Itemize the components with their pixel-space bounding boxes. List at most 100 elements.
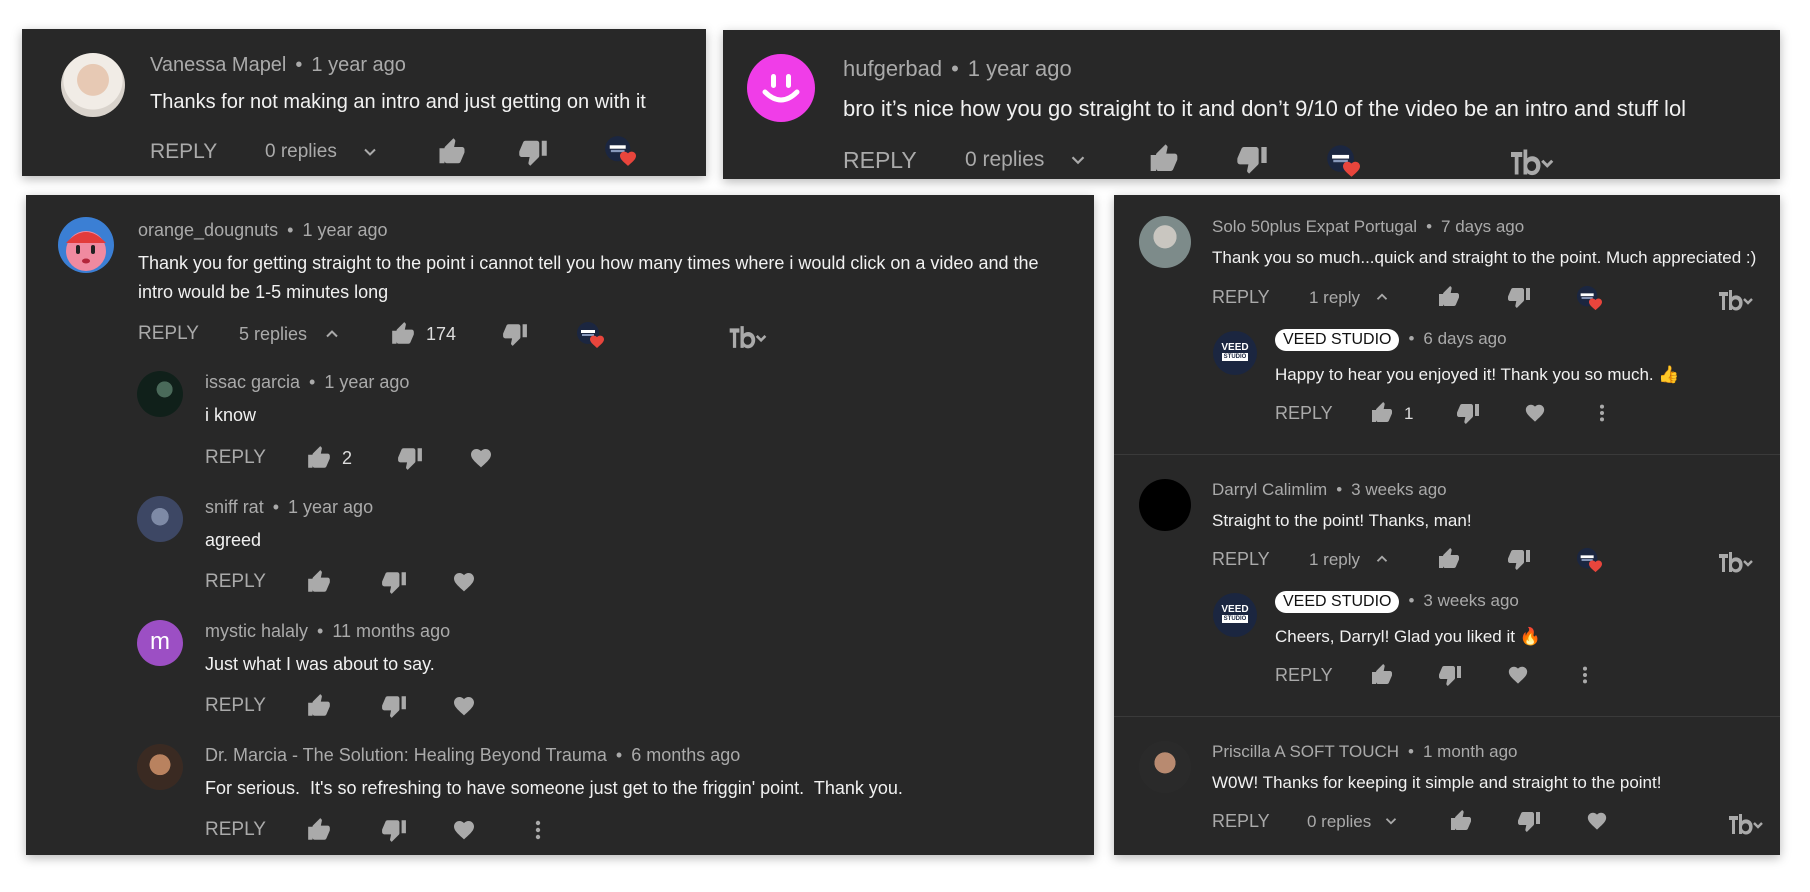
author-name[interactable]: orange_dougnuts [138, 220, 278, 240]
dislike-icon[interactable] [381, 817, 407, 843]
reply-button[interactable]: REPLY [205, 447, 266, 469]
chevron-down-icon[interactable] [1067, 149, 1089, 171]
avatar[interactable] [137, 371, 183, 417]
author-name[interactable]: Dr. Marcia - The Solution: Healing Beyon… [205, 745, 607, 765]
like-icon[interactable] [1449, 809, 1473, 833]
author-name[interactable]: sniff rat [205, 497, 264, 517]
avatar[interactable] [1139, 479, 1191, 531]
timestamp[interactable]: 1 year ago [311, 54, 406, 76]
chevron-up-icon[interactable] [1373, 550, 1391, 568]
creator-heart-icon[interactable] [1576, 285, 1602, 311]
heart-icon[interactable] [452, 818, 476, 842]
heart-icon[interactable] [452, 570, 476, 594]
replies-toggle[interactable]: 1 reply [1309, 550, 1360, 570]
chevron-up-icon[interactable] [322, 324, 342, 344]
avatar[interactable] [58, 217, 114, 273]
reply-button[interactable]: REPLY [1212, 549, 1270, 570]
heart-icon[interactable] [452, 694, 476, 718]
heart-icon[interactable] [1524, 402, 1546, 424]
timestamp[interactable]: 11 months ago [332, 621, 450, 641]
reply-button[interactable]: REPLY [1212, 287, 1270, 308]
dislike-icon[interactable] [381, 569, 407, 595]
avatar[interactable] [61, 53, 125, 117]
like-icon[interactable] [437, 137, 467, 167]
reply-button[interactable]: REPLY [150, 140, 217, 164]
replies-toggle[interactable]: 5 replies [239, 324, 307, 345]
reply-button[interactable]: REPLY [205, 695, 266, 717]
like-icon[interactable] [1437, 547, 1461, 571]
heart-icon[interactable] [469, 446, 493, 470]
reply-button[interactable]: REPLY [205, 571, 266, 593]
author-name[interactable]: hufgerbad [843, 56, 942, 81]
dislike-icon[interactable] [1456, 401, 1480, 425]
chevron-down-icon[interactable] [1382, 812, 1400, 830]
like-icon[interactable] [306, 569, 332, 595]
timestamp[interactable]: 1 year ago [968, 56, 1072, 81]
author-name[interactable]: mystic halaly [205, 621, 308, 641]
reply-button[interactable]: REPLY [1275, 403, 1333, 424]
author-name[interactable]: Vanessa Mapel [150, 54, 286, 76]
heart-icon[interactable] [1507, 664, 1529, 686]
timestamp[interactable]: 3 weeks ago [1351, 480, 1446, 499]
like-icon[interactable] [1370, 663, 1394, 687]
avatar[interactable] [1139, 741, 1191, 793]
veed-studio-avatar[interactable]: VEED STUDIO [1213, 331, 1257, 375]
author-name[interactable]: issac garcia [205, 372, 300, 392]
tubebuddy-icon[interactable] [1722, 812, 1768, 836]
dislike-icon[interactable] [1507, 547, 1531, 571]
author-name[interactable]: Priscilla A SOFT TOUCH [1212, 742, 1399, 761]
avatar[interactable] [747, 54, 815, 122]
timestamp[interactable]: 1 year ago [324, 372, 409, 392]
veed-studio-avatar[interactable]: VEED STUDIO [1213, 593, 1257, 637]
timestamp[interactable]: 1 year ago [288, 497, 373, 517]
avatar[interactable] [137, 744, 183, 790]
dislike-icon[interactable] [502, 321, 528, 347]
timestamp[interactable]: 1 year ago [302, 220, 387, 240]
author-name[interactable]: Solo 50plus Expat Portugal [1212, 217, 1417, 236]
reply-button[interactable]: REPLY [1212, 811, 1270, 832]
chevron-down-icon[interactable] [360, 142, 380, 162]
reply-button[interactable]: REPLY [1275, 665, 1333, 686]
timestamp[interactable]: 6 days ago [1423, 329, 1506, 348]
replies-count[interactable]: 0 replies [265, 141, 337, 163]
creator-heart-icon[interactable] [604, 135, 636, 167]
tubebuddy-icon[interactable] [723, 324, 771, 350]
dislike-icon[interactable] [1438, 663, 1462, 687]
like-icon[interactable] [306, 693, 332, 719]
dislike-icon[interactable] [1507, 285, 1531, 309]
tubebuddy-icon[interactable] [1712, 288, 1758, 312]
chevron-up-icon[interactable] [1373, 288, 1391, 306]
creator-heart-icon[interactable] [1576, 547, 1602, 573]
timestamp[interactable]: 3 weeks ago [1423, 591, 1518, 610]
reply-button[interactable]: REPLY [205, 819, 266, 841]
dislike-icon[interactable] [381, 693, 407, 719]
reply-button[interactable]: REPLY [843, 147, 917, 174]
like-icon[interactable] [390, 321, 416, 347]
like-icon[interactable] [306, 817, 332, 843]
replies-count[interactable]: 0 replies [965, 148, 1044, 172]
timestamp[interactable]: 1 month ago [1423, 742, 1518, 761]
replies-count[interactable]: 0 replies [1307, 812, 1371, 832]
like-icon[interactable] [1370, 401, 1394, 425]
tubebuddy-icon[interactable] [1505, 147, 1557, 177]
more-options-icon[interactable] [1574, 664, 1596, 686]
avatar[interactable]: m [137, 620, 183, 666]
tubebuddy-icon[interactable] [1712, 550, 1758, 574]
dislike-icon[interactable] [1517, 809, 1541, 833]
verified-author-badge[interactable]: VEED STUDIO [1275, 329, 1400, 351]
like-icon[interactable] [1437, 285, 1461, 309]
creator-heart-icon[interactable] [1326, 144, 1360, 178]
reply-button[interactable]: REPLY [138, 323, 199, 345]
heart-icon[interactable] [1586, 810, 1608, 832]
timestamp[interactable]: 6 months ago [631, 745, 740, 765]
dislike-icon[interactable] [1236, 143, 1268, 175]
dislike-icon[interactable] [397, 445, 423, 471]
like-icon[interactable] [306, 445, 332, 471]
verified-author-badge[interactable]: VEED STUDIO [1275, 591, 1400, 613]
author-name[interactable]: Darryl Calimlim [1212, 480, 1327, 499]
like-icon[interactable] [1148, 143, 1180, 175]
dislike-icon[interactable] [518, 137, 548, 167]
replies-toggle[interactable]: 1 reply [1309, 288, 1360, 308]
more-options-icon[interactable] [1591, 402, 1613, 424]
timestamp[interactable]: 7 days ago [1441, 217, 1524, 236]
